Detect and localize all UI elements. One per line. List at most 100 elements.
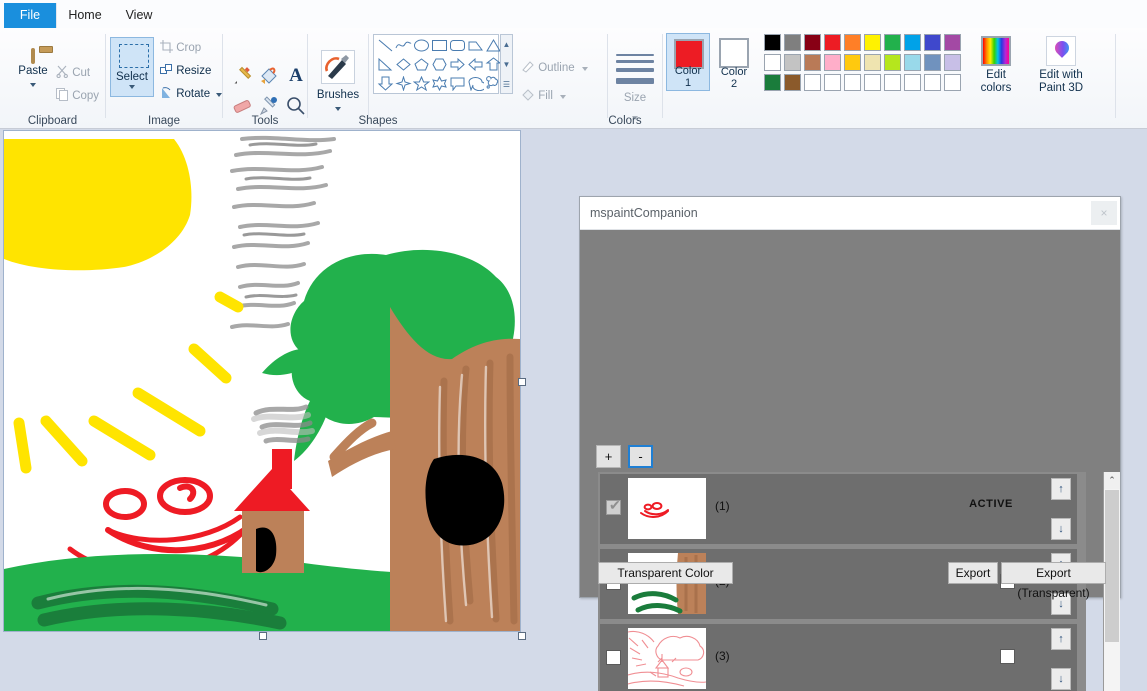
shape-six-point-star-icon[interactable] (431, 76, 448, 91)
outline-button[interactable]: Outline (521, 60, 588, 76)
shapes-scroll-down-icon[interactable]: ▼ (501, 55, 512, 75)
fill-bucket-icon[interactable] (258, 65, 280, 87)
resize-handle-bottom[interactable] (259, 632, 267, 640)
color1-button[interactable]: Color 1 (666, 33, 710, 91)
color-swatch-r1c4[interactable] (824, 34, 841, 51)
eraser-icon[interactable] (231, 95, 253, 117)
shapes-scroll-up-icon[interactable]: ▲ (501, 35, 512, 55)
layer-thumbnail[interactable] (628, 628, 706, 689)
color-swatch-r2c1[interactable] (764, 54, 781, 71)
color-swatch-r1c7[interactable] (884, 34, 901, 51)
transparent-color-button[interactable]: Transparent Color (598, 562, 733, 584)
layer-select-checkbox[interactable] (1000, 649, 1015, 664)
shape-oval-callout-icon[interactable] (467, 76, 484, 91)
color-swatch-r1c9[interactable] (924, 34, 941, 51)
shape-five-point-star-icon[interactable] (413, 76, 430, 91)
paste-button[interactable]: Paste (6, 48, 60, 90)
export-button[interactable]: Export (948, 562, 998, 584)
brushes-button[interactable]: Brushes (312, 50, 364, 114)
export-transparent-button[interactable]: Export (Transparent) (1001, 562, 1106, 600)
color-swatch-r2c9[interactable] (924, 54, 941, 71)
scroll-up-button[interactable]: ⌃ (1104, 472, 1120, 489)
resize-handle-corner[interactable] (518, 632, 526, 640)
edit-colors-button[interactable]: Edit colors (969, 36, 1023, 95)
color-swatch-r1c8[interactable] (904, 34, 921, 51)
layer-move-down-button[interactable]: ↓ (1051, 518, 1071, 540)
pencil-icon[interactable] (231, 65, 253, 87)
shape-polygon-icon[interactable] (467, 38, 484, 53)
shape-oval-icon[interactable] (413, 38, 430, 53)
chevron-down-icon[interactable] (129, 85, 135, 89)
shape-four-point-star-icon[interactable] (395, 76, 412, 91)
tab-home[interactable]: Home (56, 3, 114, 28)
color-swatch-r2c8[interactable] (904, 54, 921, 71)
shape-rounded-rectangle-icon[interactable] (449, 38, 466, 53)
text-tool-icon[interactable]: A (285, 65, 307, 87)
color-swatch-r3c2[interactable] (784, 74, 801, 91)
color2-button[interactable]: Color 2 (712, 33, 756, 91)
color-swatch-r2c10[interactable] (944, 54, 961, 71)
color-swatch-r3c3[interactable] (804, 74, 821, 91)
chevron-down-icon[interactable] (30, 83, 36, 88)
layer-visibility-checkbox[interactable]: ✔ (606, 498, 621, 515)
tab-view[interactable]: View (112, 3, 166, 28)
color-swatch-r2c6[interactable] (864, 54, 881, 71)
resize-button[interactable]: Resize (160, 63, 211, 79)
close-icon[interactable]: × (1091, 201, 1117, 225)
shape-left-arrow-icon[interactable] (467, 57, 484, 72)
chevron-down-icon[interactable] (560, 95, 567, 100)
resize-handle-right[interactable] (518, 378, 526, 386)
color-swatch-r2c5[interactable] (844, 54, 861, 71)
color-swatch-r1c2[interactable] (784, 34, 801, 51)
color-swatch-r3c4[interactable] (824, 74, 841, 91)
layer-visibility-checkbox[interactable] (606, 650, 621, 665)
copy-button[interactable]: Copy (56, 88, 99, 104)
crop-button[interactable]: Crop (160, 40, 201, 56)
chevron-down-icon[interactable] (335, 107, 341, 111)
layer-row[interactable]: ✔(2)↑↓ (600, 549, 1077, 619)
color-swatch-r1c6[interactable] (864, 34, 881, 51)
shape-curve-icon[interactable] (395, 38, 412, 53)
color-swatch-r3c8[interactable] (904, 74, 921, 91)
shape-pentagon-icon[interactable] (413, 57, 430, 72)
layer-row[interactable]: (3) ↑ ↓ (600, 624, 1077, 691)
color-swatch-r2c4[interactable] (824, 54, 841, 71)
color-swatch-r3c9[interactable] (924, 74, 941, 91)
layer-thumbnail[interactable] (628, 478, 706, 539)
color-swatch-r1c1[interactable] (764, 34, 781, 51)
shapes-expand-icon[interactable]: ☰ (501, 75, 512, 95)
color-swatch-r3c10[interactable] (944, 74, 961, 91)
color-swatch-r2c2[interactable] (784, 54, 801, 71)
shape-right-triangle-icon[interactable] (377, 57, 394, 72)
add-layer-button[interactable]: + (596, 445, 621, 468)
color-swatch-r1c3[interactable] (804, 34, 821, 51)
shape-right-arrow-icon[interactable] (449, 57, 466, 72)
shape-diamond-icon[interactable] (395, 57, 412, 72)
color-swatch-r2c3[interactable] (804, 54, 821, 71)
magnifier-icon[interactable] (285, 95, 307, 117)
shape-rounded-callout-icon[interactable] (449, 76, 466, 91)
layer-move-up-button[interactable]: ↑ (1051, 628, 1071, 650)
tab-file[interactable]: File (4, 3, 56, 28)
color-swatch-r1c5[interactable] (844, 34, 861, 51)
color-swatch-r2c7[interactable] (884, 54, 901, 71)
shape-line-icon[interactable] (377, 38, 394, 53)
layer-row[interactable]: ✔ (1) ACTIVE ↑ ↓ (600, 474, 1077, 544)
color-swatch-r3c7[interactable] (884, 74, 901, 91)
shapes-palette[interactable] (373, 34, 502, 94)
color-swatch-r3c5[interactable] (844, 74, 861, 91)
shape-down-arrow-icon[interactable] (377, 76, 394, 91)
shapes-scroll-spinner[interactable]: ▲ ▼ ☰ (500, 34, 513, 94)
scrollbar-thumb[interactable] (1105, 490, 1119, 642)
color-picker-icon[interactable] (258, 95, 280, 117)
remove-layer-button[interactable]: - (628, 445, 653, 468)
edit-with-paint3d-button[interactable]: Edit with Paint 3D (1027, 36, 1095, 95)
dialog-titlebar[interactable]: mspaintCompanion × (580, 197, 1120, 230)
layer-move-down-button[interactable]: ↓ (1051, 668, 1071, 690)
fill-button[interactable]: Fill (521, 88, 567, 104)
rotate-button[interactable]: Rotate (160, 86, 223, 102)
color-swatch-r3c6[interactable] (864, 74, 881, 91)
shape-rectangle-icon[interactable] (431, 38, 448, 53)
shape-hexagon-icon[interactable] (431, 57, 448, 72)
cut-button[interactable]: Cut (56, 65, 90, 81)
